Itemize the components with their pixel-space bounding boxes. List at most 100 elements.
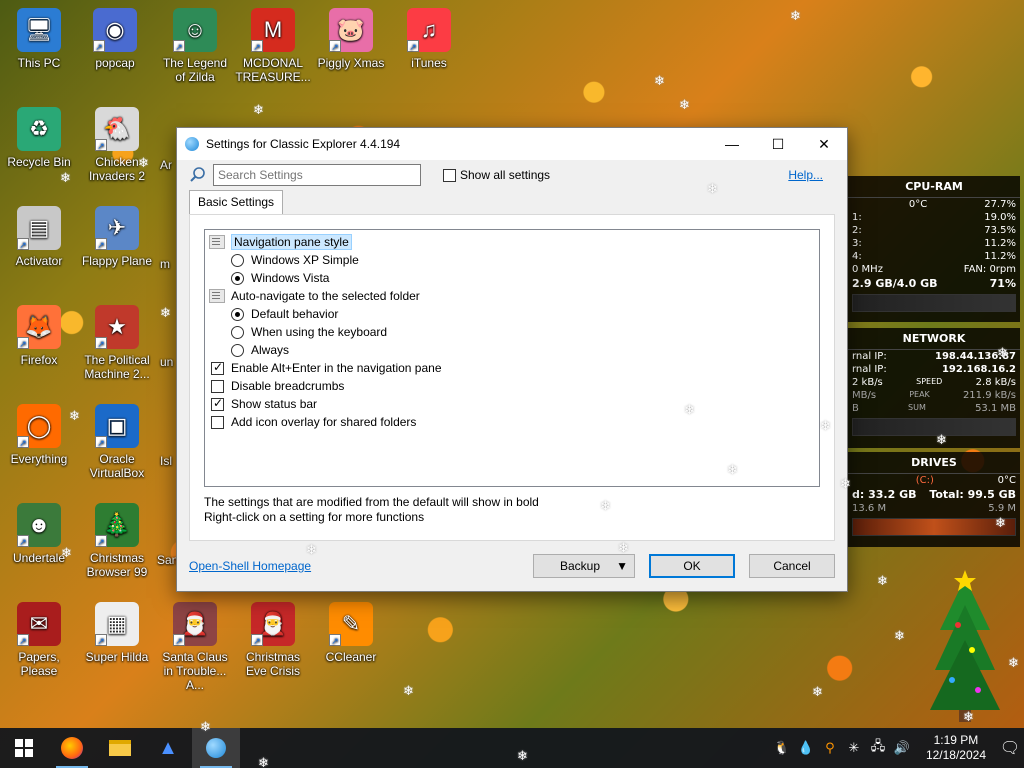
dialog-titlebar[interactable]: Settings for Classic Explorer 4.4.194 — … — [177, 128, 847, 160]
desktop-icon[interactable]: ★ ↗ The Political Machine 2... — [79, 305, 155, 381]
desktop-icon[interactable]: ✉ ↗ Papers, Please — [1, 602, 77, 678]
setting-checkbox[interactable] — [211, 379, 224, 393]
snowflake-decoration-icon: ❄ — [790, 8, 801, 23]
close-button[interactable]: ✕ — [801, 128, 847, 160]
desktop-icon[interactable]: 🐔 ↗ Chicken Invaders 2 — [79, 107, 155, 183]
desktop-icon[interactable]: ◯ ↗ Everything — [1, 404, 77, 466]
political-icon: ★ ↗ — [95, 305, 139, 349]
search-tray-icon[interactable]: ⚲ — [822, 740, 838, 756]
setting-label: Add icon overlay for shared folders — [231, 415, 417, 429]
help-link[interactable]: Help... — [788, 168, 823, 182]
shortcut-arrow-icon: ↗ — [17, 634, 29, 646]
papers-icon: ✉ ↗ — [17, 602, 61, 646]
setting-item[interactable]: Enable Alt+Enter in the navigation pane — [209, 359, 815, 377]
water-drop-icon[interactable]: 💧 — [798, 740, 814, 756]
snowflake-icon[interactable]: ✳ — [846, 740, 862, 756]
setting-radio[interactable] — [231, 271, 244, 285]
desktop-icon-label: This PC — [17, 56, 61, 70]
taskbar-firefox[interactable] — [48, 728, 96, 768]
desktop-icon[interactable]: ♫ ↗ iTunes — [391, 8, 467, 70]
cpu-core-label: 1: — [852, 212, 862, 223]
setting-item[interactable]: Windows Vista — [209, 269, 815, 287]
desktop-icon[interactable]: 🦊 ↗ Firefox — [1, 305, 77, 367]
peak-down: MB/s — [852, 390, 877, 401]
maximize-button[interactable]: ☐ — [755, 128, 801, 160]
desktop-icon[interactable]: ◉ ↗ popcap — [77, 8, 153, 70]
ok-button[interactable]: OK — [649, 554, 735, 578]
desktop-icon[interactable]: ☺ ↗ The Legend of Zilda — [157, 8, 233, 84]
dropdown-arrow-icon: ▼ — [616, 559, 628, 573]
chicken-icon: 🐔 ↗ — [95, 107, 139, 151]
desktop-icon[interactable]: 🎄 ↗ Christmas Browser 99 — [79, 503, 155, 579]
taskbar-app[interactable]: ▲ — [144, 728, 192, 768]
penguin-tray-icon[interactable]: 🐧 — [774, 740, 790, 756]
search-input[interactable] — [213, 164, 421, 186]
desktop-icon-label: Activator — [15, 254, 63, 268]
everything-icon: ◯ ↗ — [17, 404, 61, 448]
desktop-icon-partial-label[interactable]: San — [157, 553, 178, 567]
desktop-icon-label: Flappy Plane — [81, 254, 153, 268]
recycle-bin-icon: ♻ — [17, 107, 61, 151]
setting-radio[interactable] — [231, 307, 244, 321]
settings-tree[interactable]: Navigation pane style Windows XP Simple Wi… — [204, 229, 820, 487]
desktop-icon[interactable]: 🐷 ↗ Piggly Xmas — [313, 8, 389, 70]
firefox-icon: 🦊 ↗ — [17, 305, 61, 349]
setting-label: Auto-navigate to the selected folder — [231, 289, 420, 303]
desktop-icon[interactable]: ▤ ↗ Activator — [1, 206, 77, 268]
desktop-icon[interactable]: ▦ ↗ Super Hilda — [79, 602, 155, 664]
setting-item[interactable]: Disable breadcrumbs — [209, 377, 815, 395]
setting-item[interactable]: Windows XP Simple — [209, 251, 815, 269]
cpu-total: 27.7% — [984, 199, 1016, 210]
note-right-click: Right-click on a setting for more functi… — [204, 510, 425, 524]
setting-checkbox[interactable] — [211, 360, 224, 375]
clock-date: 12/18/2024 — [925, 748, 986, 762]
setting-item[interactable]: Always — [209, 341, 815, 359]
snowflake-decoration-icon: ❄ — [707, 181, 718, 196]
snowflake-decoration-icon: ❄ — [61, 545, 72, 560]
setting-item[interactable]: Add icon overlay for shared folders — [209, 413, 815, 431]
setting-checkbox[interactable] — [211, 396, 224, 411]
shortcut-arrow-icon: ↗ — [17, 436, 29, 448]
snowflake-decoration-icon: ❄ — [200, 719, 211, 734]
ram-usage: 2.9 GB/4.0 GB — [852, 277, 938, 290]
setting-radio[interactable] — [231, 253, 244, 267]
setting-radio[interactable] — [231, 343, 244, 357]
santa-trouble-icon: 🎅 ↗ — [173, 602, 217, 646]
minimize-button[interactable]: — — [709, 128, 755, 160]
desktop-icon[interactable]: ▣ ↗ Oracle VirtualBox — [79, 404, 155, 480]
backup-button[interactable]: Backup ▼ — [533, 554, 635, 578]
setting-radio[interactable] — [231, 325, 244, 339]
tab-basic-settings[interactable]: Basic Settings — [189, 190, 284, 214]
setting-item[interactable]: Navigation pane style — [209, 233, 815, 251]
drive-write: 5.9 M — [988, 503, 1016, 514]
backup-label: Backup — [560, 559, 601, 573]
desktop-icon[interactable]: M ↗ MCDONAL TREASURE... — [235, 8, 311, 84]
setting-item[interactable]: Show status bar — [209, 395, 815, 413]
snowflake-decoration-icon: ❄ — [997, 345, 1008, 360]
setting-label: Windows Vista — [251, 271, 330, 285]
cpu-core-value: 19.0% — [984, 212, 1016, 223]
show-all-checkbox[interactable] — [443, 168, 456, 182]
cancel-button[interactable]: Cancel — [749, 554, 835, 578]
volume-icon[interactable]: 🔊 — [894, 740, 910, 756]
activator-icon: ▤ ↗ — [17, 206, 61, 250]
setting-checkbox[interactable] — [211, 415, 224, 429]
desktop-icon[interactable]: ✈ ↗ Flappy Plane — [79, 206, 155, 268]
network-icon[interactable]: 🖧 — [870, 738, 886, 756]
setting-item[interactable]: Auto-navigate to the selected folder — [209, 287, 815, 305]
setting-item[interactable]: When using the keyboard — [209, 323, 815, 341]
desktop-icon[interactable]: 🎅 ↗ Christmas Eve Crisis — [235, 602, 311, 678]
desktop-icon[interactable]: 🖥 This PC — [1, 8, 77, 70]
clock[interactable]: 1:19 PM 12/18/2024 — [918, 733, 994, 763]
start-button[interactable] — [0, 728, 48, 768]
desktop-icon[interactable]: ✎ ↗ CCleaner — [313, 602, 389, 664]
shortcut-arrow-icon: ↗ — [407, 40, 419, 52]
notification-icon[interactable]: 🗨 — [1000, 740, 1020, 757]
open-shell-homepage-link[interactable]: Open-Shell Homepage — [189, 559, 311, 573]
desktop-icon[interactable]: 🎅 ↗ Santa Claus in Trouble... A... — [157, 602, 233, 692]
show-all-settings[interactable]: Show all settings — [443, 168, 550, 182]
desktop-icon[interactable]: ♻ Recycle Bin — [1, 107, 77, 169]
taskbar-file-explorer[interactable] — [96, 728, 144, 768]
zilda-icon: ☺ ↗ — [173, 8, 217, 52]
setting-item[interactable]: Default behavior — [209, 305, 815, 323]
